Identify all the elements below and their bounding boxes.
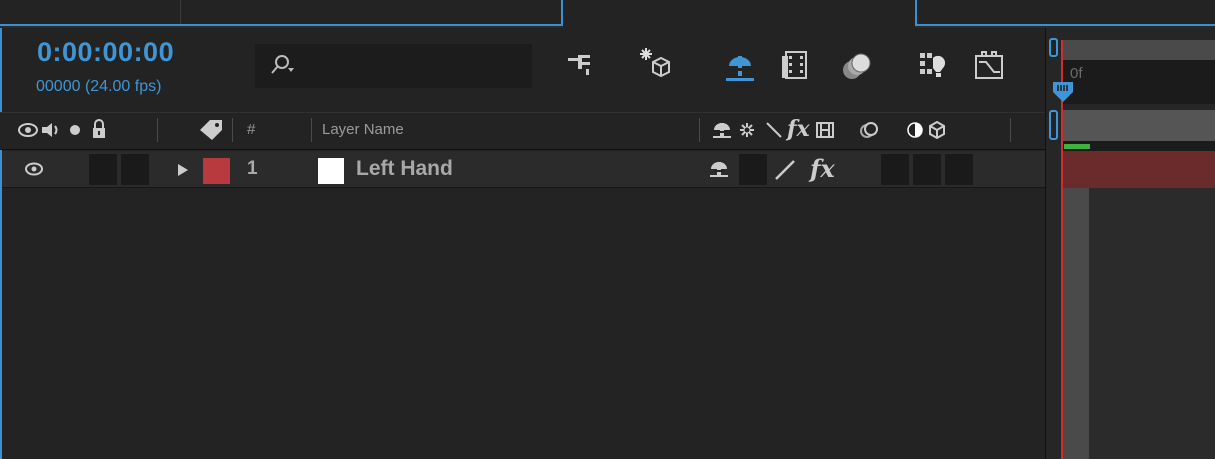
time-navigator[interactable] (1061, 40, 1215, 60)
frame-blending-icon[interactable] (780, 50, 810, 82)
layer-duration-bar[interactable] (1062, 151, 1215, 188)
column-divider[interactable] (157, 118, 158, 142)
draft-3d-icon[interactable] (638, 46, 672, 80)
motion-blur-icon[interactable] (859, 121, 879, 139)
panel-tab-right[interactable] (915, 0, 1215, 26)
column-divider[interactable] (311, 118, 312, 142)
layer-source-swatch (318, 158, 344, 184)
column-divider[interactable] (699, 118, 700, 142)
audio-icon[interactable] (40, 121, 62, 139)
brainstorm-icon[interactable] (972, 50, 1006, 82)
work-area-bar[interactable] (1061, 110, 1215, 141)
layer-search-field[interactable] (255, 44, 532, 88)
frame-blend-switch[interactable] (881, 154, 909, 185)
motion-blur-switch[interactable] (913, 154, 941, 185)
time-ruler[interactable] (1061, 60, 1215, 104)
tab-divider (180, 0, 181, 24)
expand-triangle-icon[interactable] (176, 163, 190, 177)
eye-icon[interactable] (18, 121, 38, 139)
work-area-cache-indicator (1064, 144, 1090, 149)
navigator-start-handle[interactable] (1049, 38, 1058, 57)
motion-blur-icon[interactable] (840, 52, 872, 82)
shy-icon[interactable] (711, 121, 733, 139)
collapse-icon[interactable] (737, 121, 757, 139)
playhead-icon[interactable] (1050, 80, 1076, 104)
frame-rate-display: 00000 (24.00 fps) (36, 78, 162, 95)
timeline-cache-strip (1062, 188, 1089, 459)
layer-name-column-header[interactable]: Layer Name (322, 121, 404, 138)
solo-icon[interactable] (67, 122, 83, 138)
composition-flowchart-icon[interactable] (566, 52, 596, 82)
eye-icon[interactable] (24, 160, 44, 178)
quality-switch-icon[interactable] (772, 157, 798, 183)
panel-tab-active[interactable] (563, 0, 915, 28)
layer-number: 1 (247, 158, 258, 179)
panel-tab-left[interactable] (0, 0, 563, 26)
effects-switch-icon[interactable]: fx (810, 154, 835, 183)
frame-blend-icon[interactable] (815, 121, 835, 139)
layer-name[interactable]: Left Hand (356, 157, 453, 181)
work-area-start-handle[interactable] (1049, 110, 1058, 140)
3d-layer-icon[interactable] (927, 120, 947, 140)
solo-toggle[interactable] (121, 154, 149, 185)
shy-switch-icon[interactable] (708, 160, 730, 178)
graph-editor-icon[interactable] (918, 50, 948, 82)
panel-tab-strip (0, 0, 1215, 28)
column-divider[interactable] (232, 118, 233, 142)
number-column-header[interactable]: # (247, 121, 255, 138)
quality-icon[interactable] (764, 121, 784, 139)
search-dropdown-icon[interactable] (270, 54, 296, 76)
layer-label-color[interactable] (203, 158, 230, 184)
audio-toggle[interactable] (89, 154, 117, 185)
adjustment-layer-switch[interactable] (945, 154, 973, 185)
label-tag-icon[interactable] (198, 118, 224, 140)
hide-shy-layers-icon[interactable] (723, 52, 757, 82)
effects-icon[interactable]: fx (787, 116, 810, 142)
adjustment-layer-icon[interactable] (905, 121, 925, 139)
current-time-display[interactable]: 0:00:00:00 (37, 37, 174, 68)
lock-icon[interactable] (90, 119, 108, 139)
column-divider[interactable] (1010, 118, 1011, 142)
collapse-switch[interactable] (739, 154, 767, 185)
